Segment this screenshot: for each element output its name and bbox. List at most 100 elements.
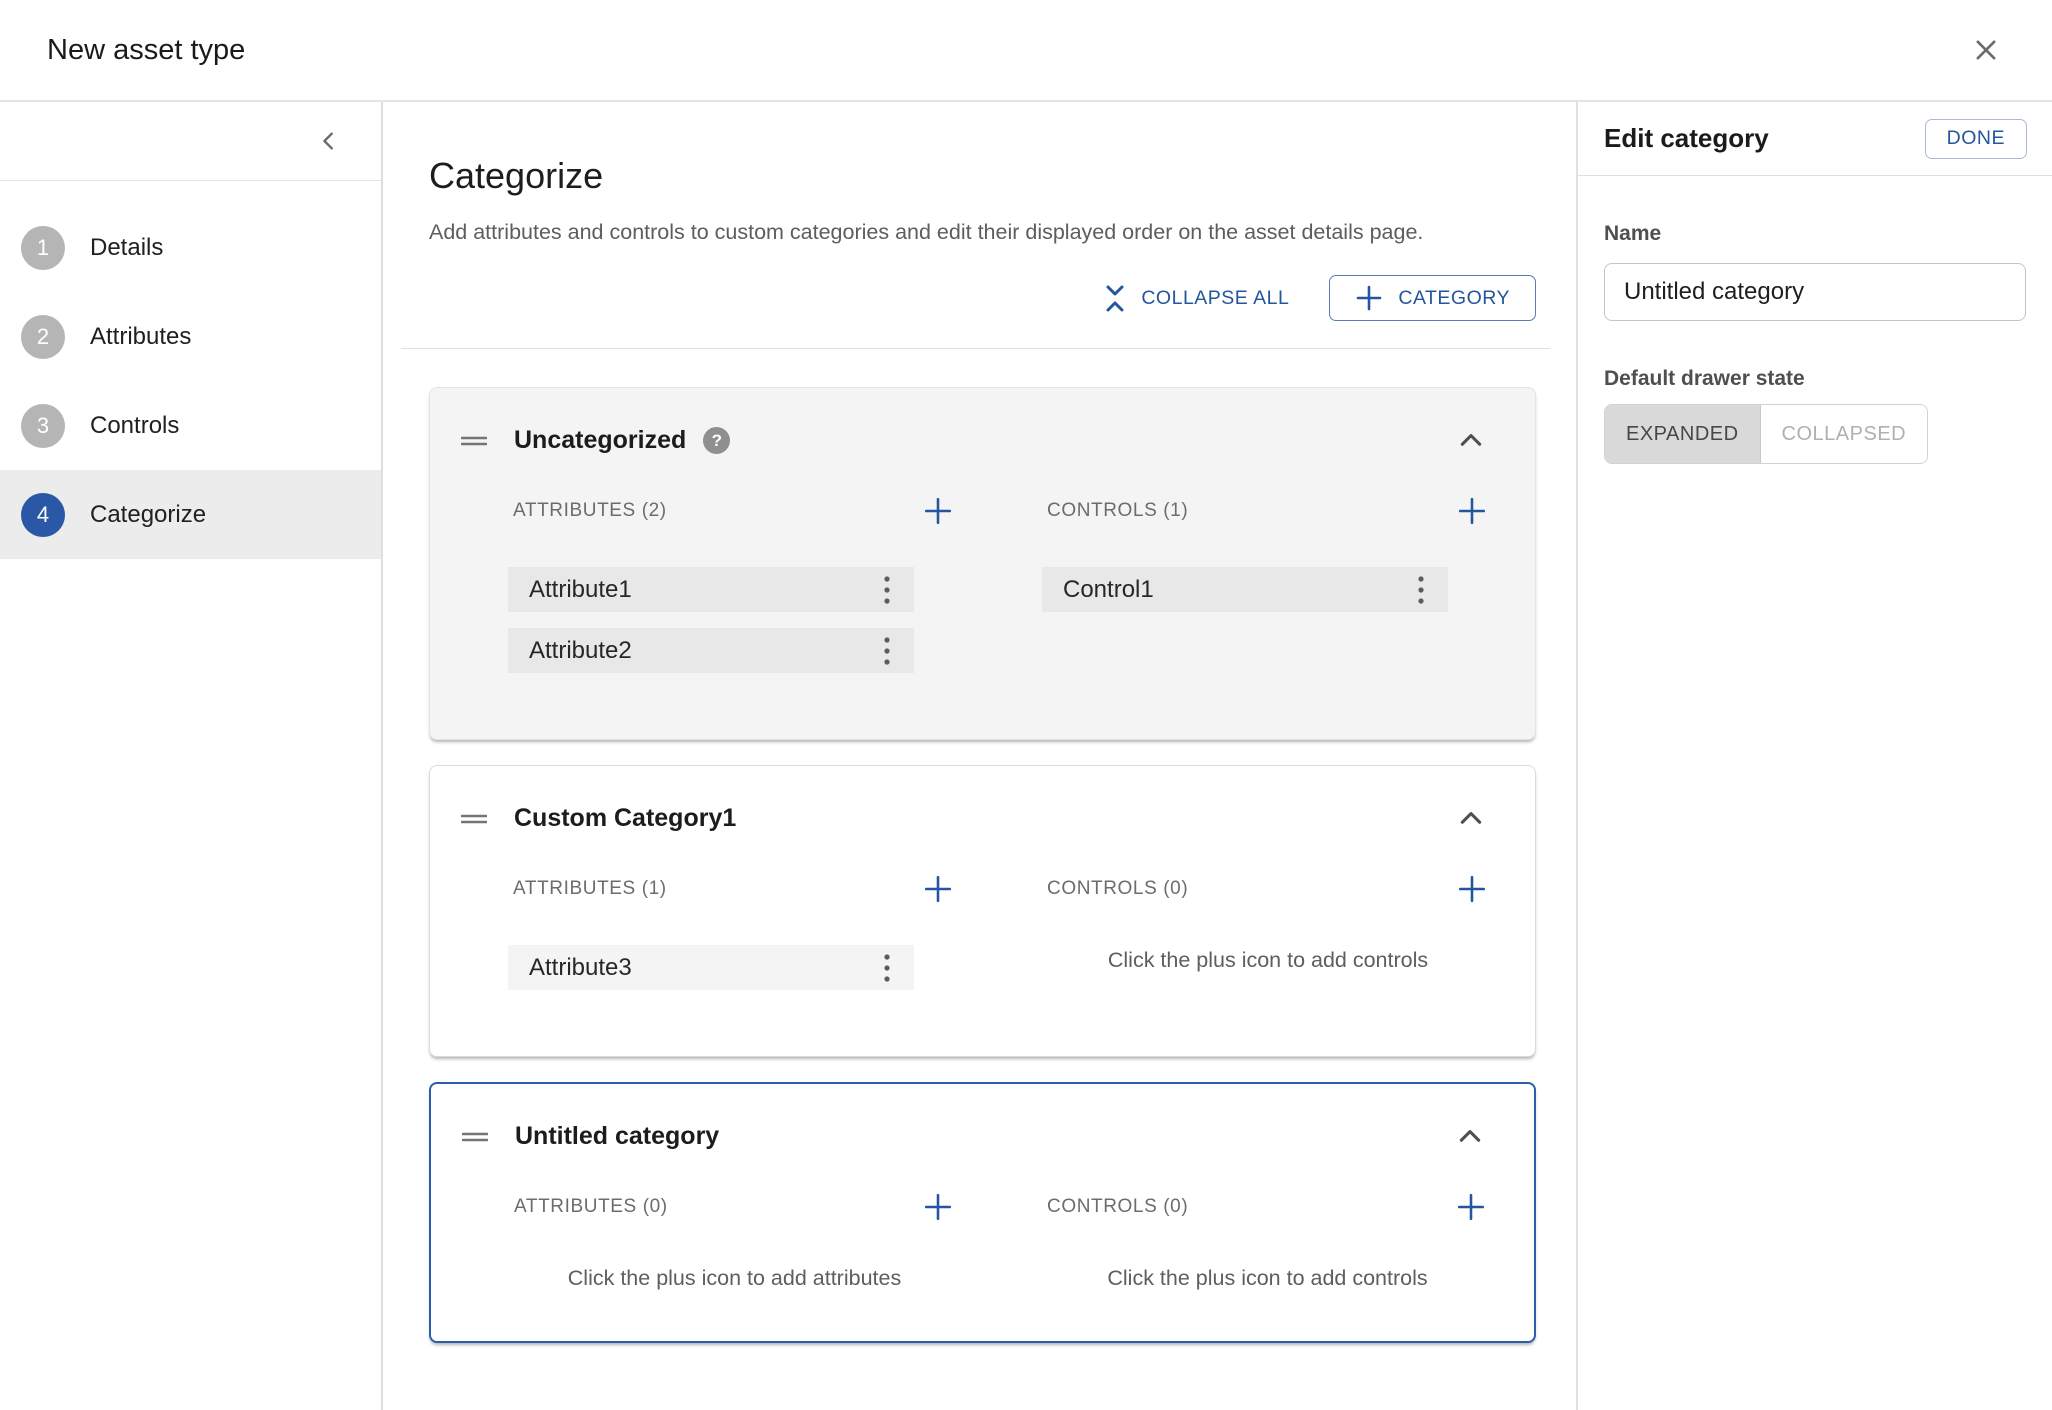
add-attribute-button[interactable] bbox=[921, 494, 955, 528]
close-icon bbox=[1972, 36, 2000, 64]
step-label: Details bbox=[90, 234, 163, 262]
plus-icon bbox=[1457, 874, 1487, 904]
plus-icon bbox=[923, 874, 953, 904]
attribute-chip[interactable]: Attribute1 bbox=[508, 567, 914, 612]
edit-category-drawer: Edit category DONE Name Default drawer s… bbox=[1576, 102, 2052, 1410]
step-number-badge: 2 bbox=[21, 315, 65, 359]
category-name: Uncategorized bbox=[514, 426, 686, 455]
page-title: Categorize bbox=[429, 154, 1536, 198]
add-category-button[interactable]: CATEGORY bbox=[1329, 275, 1536, 321]
collapse-card-button[interactable] bbox=[1453, 423, 1489, 459]
toggle-option-expanded[interactable]: EXPANDED bbox=[1605, 405, 1761, 463]
collapse-all-label: COLLAPSE ALL bbox=[1141, 287, 1289, 310]
card-title-row: Uncategorized ? bbox=[430, 418, 1535, 463]
collapse-all-button[interactable]: COLLAPSE ALL bbox=[1104, 285, 1289, 312]
chevron-up-icon bbox=[1458, 428, 1484, 454]
step-number-badge: 3 bbox=[21, 404, 65, 448]
category-name: Untitled category bbox=[515, 1122, 719, 1151]
card-title-row: Custom Category1 bbox=[430, 796, 1535, 841]
attributes-column: ATTRIBUTES (1) Attribute3 bbox=[513, 877, 955, 1006]
controls-column: CONTROLS (1) Control1 bbox=[1047, 499, 1489, 689]
chevron-up-icon bbox=[1457, 1124, 1483, 1150]
attribute-name: Attribute3 bbox=[529, 954, 632, 982]
control-menu-button[interactable] bbox=[1404, 570, 1438, 610]
step-number-badge: 4 bbox=[21, 493, 65, 537]
chevron-up-icon bbox=[1458, 806, 1484, 832]
controls-empty-placeholder: Click the plus icon to add controls bbox=[1047, 947, 1489, 973]
control-chip[interactable]: Control1 bbox=[1042, 567, 1448, 612]
plus-icon bbox=[923, 1192, 953, 1222]
controls-header: CONTROLS (0) bbox=[1047, 878, 1188, 900]
drag-handle-icon bbox=[461, 433, 487, 449]
drag-handle-icon bbox=[462, 1129, 488, 1145]
category-card-untitled-category: Untitled category ATTRIBUTES (0) bbox=[429, 1082, 1536, 1343]
dialog-header: New asset type bbox=[0, 0, 2052, 102]
drawer-title: Edit category bbox=[1604, 123, 1769, 154]
collapse-card-button[interactable] bbox=[1452, 1119, 1488, 1155]
drag-handle[interactable] bbox=[462, 1129, 488, 1145]
collapse-sidebar-button[interactable] bbox=[309, 121, 349, 161]
add-attribute-button[interactable] bbox=[921, 872, 955, 906]
done-button[interactable]: DONE bbox=[1925, 119, 2027, 159]
plus-icon bbox=[923, 496, 953, 526]
attribute-menu-button[interactable] bbox=[870, 948, 904, 988]
sidebar-step-categorize[interactable]: 4 Categorize bbox=[0, 470, 381, 559]
sidebar-step-controls[interactable]: 3 Controls bbox=[0, 381, 381, 470]
card-body: ATTRIBUTES (2) Attribute1 bbox=[430, 463, 1535, 739]
sidebar-header bbox=[0, 102, 381, 181]
actions-row: COLLAPSE ALL CATEGORY bbox=[429, 275, 1536, 321]
drag-handle-icon bbox=[461, 811, 487, 827]
plus-icon bbox=[1457, 496, 1487, 526]
category-card-uncategorized: Uncategorized ? ATTRIB bbox=[429, 387, 1536, 740]
close-button[interactable] bbox=[1962, 26, 2010, 74]
card-body: ATTRIBUTES (0) Click the plus icon to ad… bbox=[431, 1159, 1534, 1341]
step-label: Attributes bbox=[90, 323, 191, 351]
attribute-name: Attribute1 bbox=[529, 576, 632, 604]
collapse-card-button[interactable] bbox=[1453, 801, 1489, 837]
kebab-icon bbox=[1417, 574, 1425, 606]
section-divider bbox=[401, 348, 1550, 349]
attributes-header: ATTRIBUTES (1) bbox=[513, 878, 667, 900]
attributes-empty-placeholder: Click the plus icon to add attributes bbox=[514, 1265, 955, 1291]
drag-handle[interactable] bbox=[461, 433, 487, 449]
step-label: Controls bbox=[90, 412, 179, 440]
help-icon[interactable]: ? bbox=[703, 427, 730, 454]
drag-handle[interactable] bbox=[461, 811, 487, 827]
plus-icon bbox=[1456, 1192, 1486, 1222]
add-category-label: CATEGORY bbox=[1398, 287, 1510, 310]
step-sidebar: 1 Details 2 Attributes 3 Controls 4 Cate… bbox=[0, 102, 383, 1410]
attribute-chip[interactable]: Attribute3 bbox=[508, 945, 914, 990]
drawer-header: Edit category DONE bbox=[1578, 102, 2052, 176]
categorize-panel: Categorize Add attributes and controls t… bbox=[383, 102, 1576, 1410]
controls-column: CONTROLS (0) Click the plus icon to add … bbox=[1047, 877, 1489, 1006]
add-control-button[interactable] bbox=[1455, 494, 1489, 528]
attributes-column: ATTRIBUTES (0) Click the plus icon to ad… bbox=[514, 1195, 955, 1291]
drawer-body: Name Default drawer state EXPANDED COLLA… bbox=[1578, 176, 2052, 464]
card-title-row: Untitled category bbox=[431, 1114, 1534, 1159]
add-control-button[interactable] bbox=[1455, 872, 1489, 906]
kebab-icon bbox=[883, 635, 891, 667]
attribute-menu-button[interactable] bbox=[870, 570, 904, 610]
category-name: Custom Category1 bbox=[514, 804, 736, 833]
kebab-icon bbox=[883, 952, 891, 984]
controls-column: CONTROLS (0) Click the plus icon to add … bbox=[1047, 1195, 1488, 1291]
controls-header: CONTROLS (0) bbox=[1047, 1196, 1188, 1218]
attribute-name: Attribute2 bbox=[529, 637, 632, 665]
step-list: 1 Details 2 Attributes 3 Controls 4 Cate… bbox=[0, 181, 381, 559]
toggle-option-collapsed[interactable]: COLLAPSED bbox=[1761, 405, 1928, 463]
category-name-input[interactable] bbox=[1604, 263, 2026, 321]
chevron-left-icon bbox=[318, 130, 340, 152]
attributes-header: ATTRIBUTES (2) bbox=[513, 500, 667, 522]
drawer-state-label: Default drawer state bbox=[1604, 367, 2026, 391]
attributes-column: ATTRIBUTES (2) Attribute1 bbox=[513, 499, 955, 689]
sidebar-step-attributes[interactable]: 2 Attributes bbox=[0, 292, 381, 381]
step-label: Categorize bbox=[90, 501, 206, 529]
attributes-header: ATTRIBUTES (0) bbox=[514, 1196, 668, 1218]
category-card-custom-category1: Custom Category1 ATTRIBUTES (1) bbox=[429, 765, 1536, 1057]
attribute-chip[interactable]: Attribute2 bbox=[508, 628, 914, 673]
attribute-menu-button[interactable] bbox=[870, 631, 904, 671]
add-attribute-button[interactable] bbox=[921, 1190, 955, 1224]
add-control-button[interactable] bbox=[1454, 1190, 1488, 1224]
page-description: Add attributes and controls to custom ca… bbox=[429, 219, 1536, 245]
sidebar-step-details[interactable]: 1 Details bbox=[0, 203, 381, 292]
